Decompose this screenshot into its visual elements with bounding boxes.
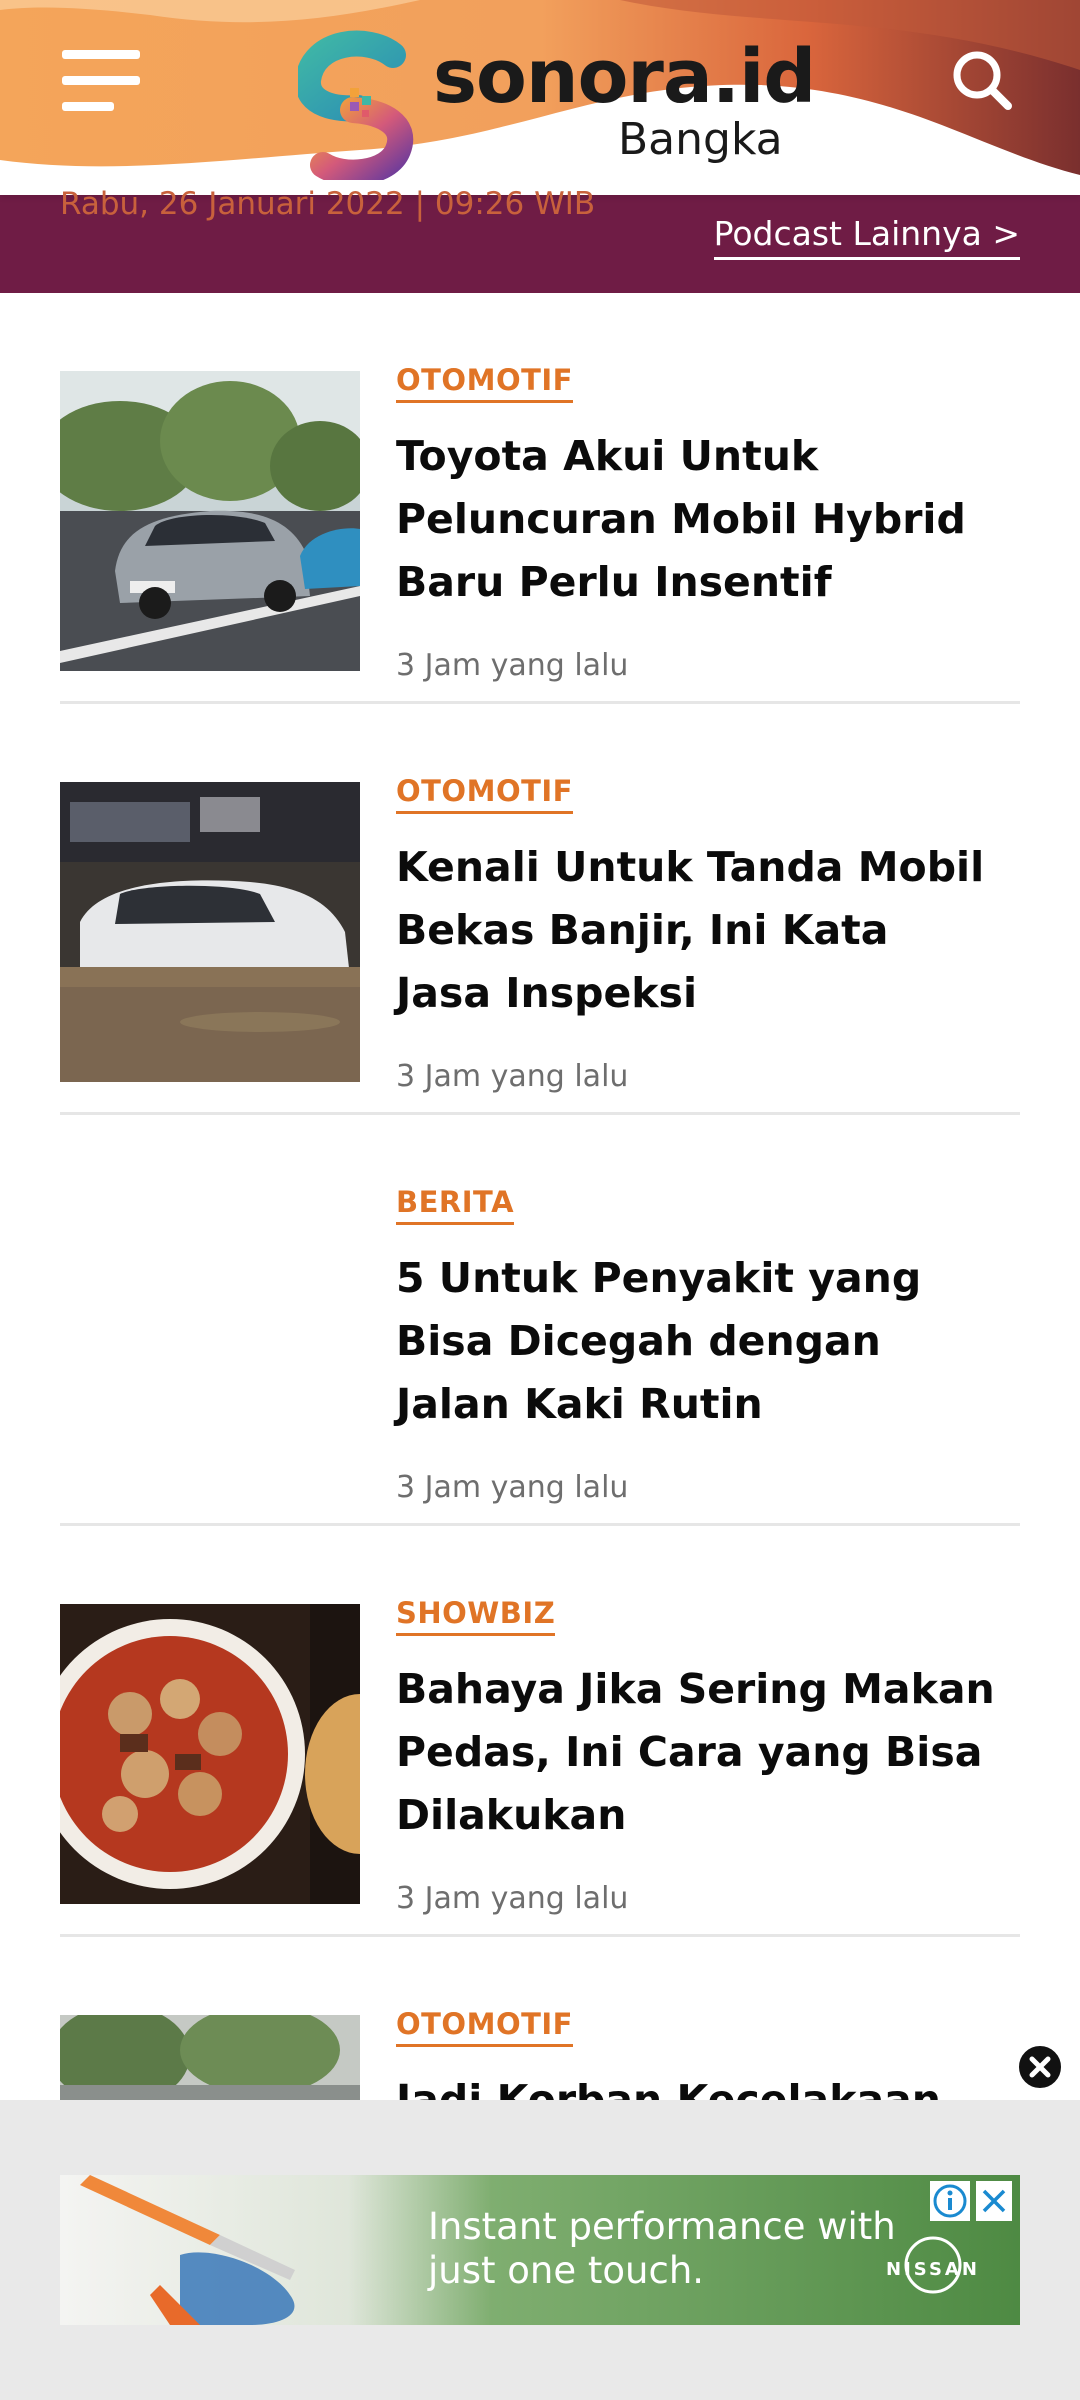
logo-wordmark: sonora.id [433, 34, 816, 120]
ad-banner[interactable]: Instant performance with just one touch.… [60, 2175, 1020, 2325]
food-photo-icon [60, 1604, 360, 1904]
article-title[interactable]: Kenali Untuk Tanda Mobil Bekas Banjir, I… [396, 836, 996, 1025]
article-title[interactable]: Toyota Akui Untuk Peluncuran Mobil Hybri… [396, 425, 996, 614]
ad-close-icon[interactable] [976, 2181, 1012, 2221]
menu-icon-line [62, 102, 114, 111]
ad-brand-logo[interactable]: NISSAN [868, 2235, 998, 2295]
menu-button[interactable] [62, 50, 140, 111]
article-title[interactable]: Bahaya Jika Sering Makan Pedas, Ini Cara… [396, 1658, 996, 1847]
car-photo-icon [60, 371, 360, 671]
article-item[interactable]: OTOMOTIF Toyota Akui Untuk Peluncuran Mo… [60, 293, 1020, 704]
hamburger-menu-icon [62, 50, 140, 59]
close-icon [1029, 2056, 1051, 2078]
site-header: sonora.id Bangka [0, 0, 1080, 195]
article-thumbnail[interactable] [60, 782, 360, 1082]
search-icon[interactable] [950, 48, 1014, 112]
menu-icon-line [62, 76, 140, 85]
article-thumbnail[interactable] [60, 1604, 360, 1904]
article-list: OTOMOTIF Toyota Akui Untuk Peluncuran Mo… [60, 293, 1020, 2348]
article-category[interactable]: OTOMOTIF [396, 2007, 573, 2047]
flooded-car-photo-icon [60, 782, 360, 1082]
site-logo[interactable]: sonora.id Bangka [298, 30, 816, 180]
sonora-s-logo-icon [298, 30, 414, 180]
article-category[interactable]: SHOWBIZ [396, 1596, 556, 1636]
article-category[interactable]: OTOMOTIF [396, 774, 573, 814]
podcast-more-link[interactable]: Podcast Lainnya > [713, 214, 1020, 260]
article-item[interactable]: OTOMOTIF Kenali Untuk Tanda Mobil Bekas … [60, 704, 1020, 1115]
article-time: 3 Jam yang lalu [396, 1881, 629, 1916]
article-time: 3 Jam yang lalu [396, 1470, 629, 1505]
article-item[interactable]: BERITA 5 Untuk Penyakit yang Bisa Dicega… [60, 1115, 1020, 1526]
article-time: 3 Jam yang lalu [396, 648, 629, 683]
ad-container: Instant performance with just one touch.… [0, 2100, 1080, 2400]
article-title[interactable]: 5 Untuk Penyakit yang Bisa Dicegah denga… [396, 1247, 996, 1436]
article-time: 3 Jam yang lalu [396, 1059, 629, 1094]
ad-info-icon[interactable] [930, 2181, 970, 2221]
ad-brand-name: NISSAN [886, 2259, 980, 2280]
ad-dismiss-button[interactable] [1015, 2042, 1065, 2092]
article-thumbnail[interactable] [60, 371, 360, 671]
current-date: Rabu, 26 Januari 2022 | 09:26 WIB [60, 186, 596, 222]
logo-region: Bangka [618, 114, 783, 165]
article-item[interactable]: SHOWBIZ Bahaya Jika Sering Makan Pedas, … [60, 1526, 1020, 1937]
article-category[interactable]: OTOMOTIF [396, 363, 573, 403]
ad-headline[interactable]: Instant performance with just one touch. [428, 2205, 928, 2293]
article-category[interactable]: BERITA [396, 1185, 515, 1225]
